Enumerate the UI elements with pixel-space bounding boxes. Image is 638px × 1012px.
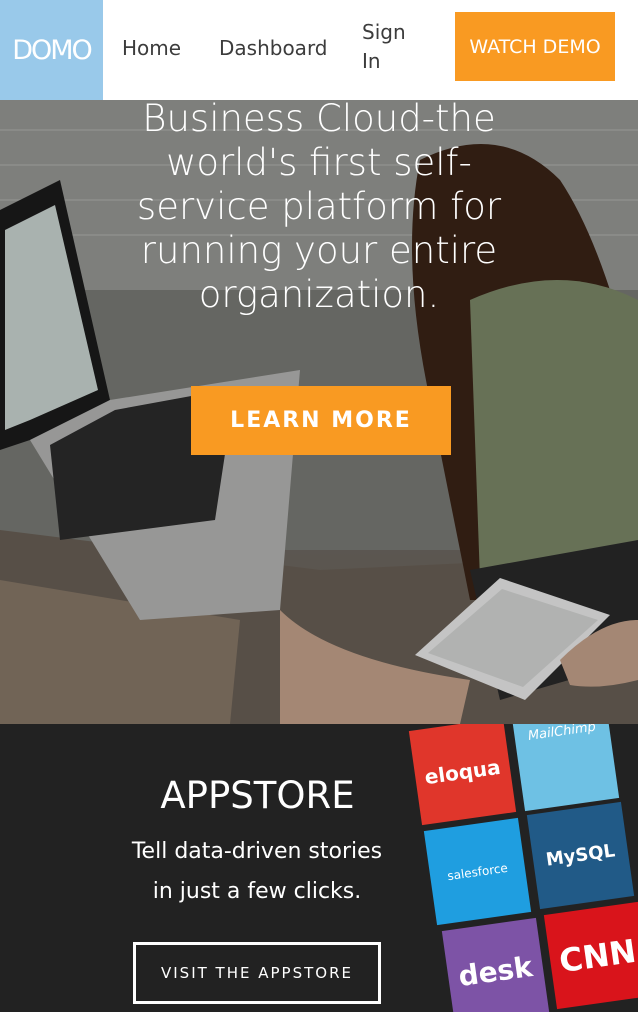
app-tile-cnn[interactable]: CNN — [543, 901, 638, 1010]
hero-headline-line: organization. — [198, 273, 440, 316]
hero-headline-line: service platform for — [136, 185, 502, 228]
hero-section: Business Cloud-the world's first self- s… — [0, 100, 638, 724]
app-tile-eloqua[interactable]: eloqua — [408, 724, 517, 826]
nav-link-dashboard[interactable]: Dashboard — [219, 31, 328, 65]
app-tile-label: CNN — [556, 931, 638, 980]
watch-demo-button[interactable]: WATCH DEMO — [455, 12, 615, 81]
appstore-title: APPSTORE — [160, 774, 355, 817]
domo-logo[interactable]: DOMO — [0, 0, 103, 100]
hero-headline-line: Business Cloud-the — [142, 100, 496, 140]
app-tile-salesforce[interactable]: salesforce — [423, 817, 532, 926]
appstore-subtitle-line: in just a few clicks. — [152, 879, 362, 904]
app-tiles-grid: eloqua MailChimp salesforce MySQL desk C… — [400, 724, 638, 1012]
hero-headline: Business Cloud-the world's first self- s… — [90, 100, 548, 317]
app-tile-desk[interactable]: desk — [441, 917, 550, 1012]
nav-link-sign-in[interactable]: Sign In — [362, 18, 412, 76]
nav-link-home[interactable]: Home — [122, 31, 181, 65]
app-tile-label: salesforce — [446, 860, 509, 883]
top-navigation: DOMO Home Dashboard Sign In WATCH DEMO — [0, 0, 638, 100]
appstore-section: APPSTORE Tell data-driven stories in jus… — [0, 724, 638, 1012]
appstore-subtitle: Tell data-driven stories in just a few c… — [117, 832, 397, 912]
visit-appstore-button[interactable]: VISIT THE APPSTORE — [133, 942, 381, 1004]
hero-headline-line: world's first self- — [166, 141, 472, 184]
app-tile-label: desk — [456, 949, 535, 994]
app-tile-label: eloqua — [423, 754, 502, 789]
learn-more-button[interactable]: LEARN MORE — [191, 386, 451, 455]
app-tile-label: MySQL — [544, 840, 617, 871]
app-tile-label: MailChimp — [527, 724, 597, 744]
hero-headline-line: running your entire — [140, 229, 498, 272]
app-tile-mysql[interactable]: MySQL — [526, 801, 635, 910]
appstore-subtitle-line: Tell data-driven stories — [131, 839, 383, 864]
logo-text: DOMO — [12, 34, 93, 66]
app-tile-mailchimp[interactable]: MailChimp — [511, 724, 620, 812]
